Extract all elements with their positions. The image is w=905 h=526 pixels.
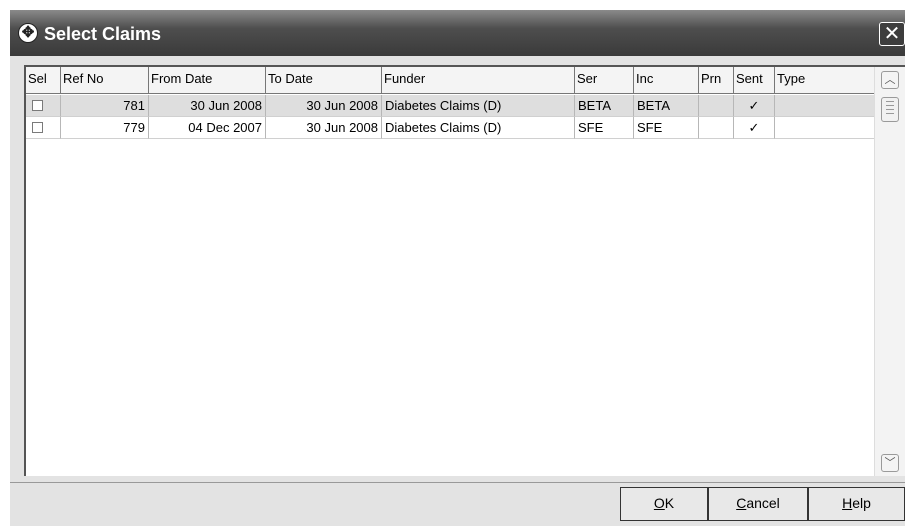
inc-cell: SFE bbox=[634, 117, 699, 139]
type-cell bbox=[775, 117, 876, 139]
to-date-cell: 30 Jun 2008 bbox=[266, 95, 382, 117]
column-header-sent[interactable]: Sent bbox=[734, 67, 775, 94]
funder-cell: Diabetes Claims (D) bbox=[382, 95, 575, 117]
column-header-from-date[interactable]: From Date bbox=[149, 67, 266, 94]
cancel-button[interactable]: Cancel bbox=[708, 487, 808, 521]
ser-cell: SFE bbox=[575, 117, 634, 139]
scroll-up-icon[interactable]: ︿ bbox=[881, 71, 899, 89]
column-header-prn[interactable]: Prn bbox=[699, 67, 734, 94]
row-select-cell bbox=[26, 117, 61, 139]
ok-mnemonic: O bbox=[653, 495, 665, 511]
claims-grid: Sel Ref No From Date To Date Funder Ser … bbox=[24, 65, 905, 476]
column-header-type[interactable]: Type bbox=[775, 67, 876, 94]
table-row[interactable]: 779 04 Dec 2007 30 Jun 2008 Diabetes Cla… bbox=[26, 117, 876, 139]
prn-cell bbox=[699, 117, 734, 139]
prn-cell bbox=[699, 95, 734, 117]
ref-no-cell: 779 bbox=[61, 117, 149, 139]
close-icon[interactable]: ✕ bbox=[879, 22, 905, 46]
help-label: elp bbox=[852, 495, 871, 511]
column-header-ser[interactable]: Ser bbox=[575, 67, 634, 94]
ser-cell: BETA bbox=[575, 95, 634, 117]
help-mnemonic: H bbox=[842, 495, 853, 511]
scroll-thumb[interactable] bbox=[881, 97, 899, 122]
select-claims-dialog: ✥ Select Claims ✕ Sel Ref No From Date T… bbox=[0, 0, 905, 526]
select-checkbox[interactable] bbox=[32, 100, 43, 111]
table-row[interactable]: 781 30 Jun 2008 30 Jun 2008 Diabetes Cla… bbox=[26, 95, 876, 117]
ok-label: K bbox=[664, 495, 675, 511]
ref-no-cell: 781 bbox=[61, 95, 149, 117]
cancel-label: ancel bbox=[746, 495, 780, 511]
from-date-cell: 30 Jun 2008 bbox=[149, 95, 266, 117]
inc-cell: BETA bbox=[634, 95, 699, 117]
from-date-cell: 04 Dec 2007 bbox=[149, 117, 266, 139]
funder-cell: Diabetes Claims (D) bbox=[382, 117, 575, 139]
vertical-scrollbar[interactable]: ︿ ﹀ bbox=[874, 67, 905, 476]
sent-check-icon: ✓ bbox=[734, 95, 775, 117]
scroll-down-icon[interactable]: ﹀ bbox=[881, 454, 899, 472]
window-title: Select Claims bbox=[44, 24, 162, 44]
title-bar[interactable]: ✥ Select Claims ✕ bbox=[10, 10, 905, 56]
cancel-mnemonic: C bbox=[736, 495, 747, 511]
column-header-inc[interactable]: Inc bbox=[634, 67, 699, 94]
help-button[interactable]: Help bbox=[808, 487, 905, 521]
select-checkbox[interactable] bbox=[32, 122, 43, 133]
ok-button[interactable]: OK bbox=[620, 487, 708, 521]
column-header-to-date[interactable]: To Date bbox=[266, 67, 382, 94]
column-header-funder[interactable]: Funder bbox=[382, 67, 575, 94]
grid-header: Sel Ref No From Date To Date Funder Ser … bbox=[26, 67, 876, 95]
type-cell bbox=[775, 95, 876, 117]
column-header-sel[interactable]: Sel bbox=[26, 67, 61, 94]
move-icon[interactable]: ✥ bbox=[18, 23, 38, 43]
sent-check-icon: ✓ bbox=[734, 117, 775, 139]
to-date-cell: 30 Jun 2008 bbox=[266, 117, 382, 139]
column-header-ref-no[interactable]: Ref No bbox=[61, 67, 149, 94]
row-select-cell bbox=[26, 95, 61, 117]
